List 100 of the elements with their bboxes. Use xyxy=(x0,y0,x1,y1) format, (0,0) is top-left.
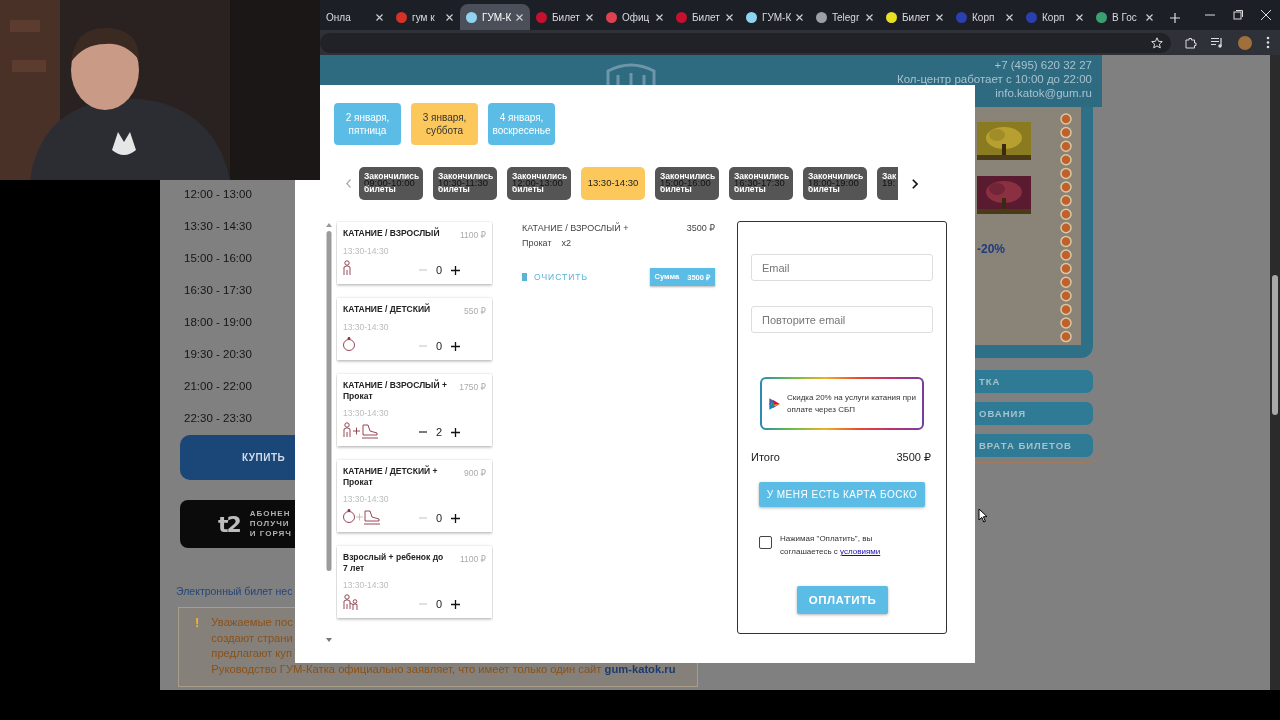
banner-text: ПОЛУЧИ xyxy=(249,519,291,529)
browser-tab[interactable]: гум к xyxy=(390,4,460,30)
ticket-count: 0 xyxy=(434,598,444,610)
session-time: 18:00 - 19:00 xyxy=(184,315,252,330)
close-icon[interactable] xyxy=(796,13,804,21)
discount-text: -20% xyxy=(977,242,1006,256)
close-icon[interactable] xyxy=(586,13,593,21)
browser-tab[interactable]: Telegr xyxy=(810,4,880,30)
close-icon[interactable] xyxy=(936,13,943,21)
ticket-count: 0 xyxy=(434,264,444,276)
session-time: 13:30 - 14:30 xyxy=(184,219,252,234)
cart-item-name: КАТАНИЕ / ВЗРОСЛЫЙ + Прокат x2 xyxy=(522,221,630,250)
close-icon[interactable] xyxy=(1006,13,1013,21)
plus-icon xyxy=(450,265,460,275)
ticket-price: 1100 ₽ xyxy=(459,553,486,564)
browser-tab[interactable]: Офиц xyxy=(600,4,670,30)
ticket-title: КАТАНИЕ / ДЕТСКИЙ + Прокат xyxy=(343,466,439,488)
plus-icon xyxy=(450,599,460,609)
time-slot[interactable]: Закончились билеты 12:00-13:00 xyxy=(507,167,571,200)
child-head-icon xyxy=(343,336,357,352)
terms-text: Нажимая "Оплатить", вы соглашаетесь с условиями xyxy=(780,533,882,558)
ticket-time: 13:30-14:30 xyxy=(343,246,390,256)
session-time: 15:00 - 16:00 xyxy=(184,251,252,266)
banner-logo: t2 xyxy=(218,511,240,537)
session-time: 19:30 - 20:30 xyxy=(184,347,252,362)
ticket-title: КАТАНИЕ / ДЕТСКИЙ xyxy=(343,304,432,315)
cart-item-price: 3500 ₽ xyxy=(686,222,715,235)
child-and-skate-icon xyxy=(343,507,381,525)
promo-banner[interactable]: t2 АБОНЕН ПОЛУЧИ И ГОРЯЧ xyxy=(180,500,295,548)
new-tab-icon[interactable] xyxy=(1170,13,1180,23)
time-slot[interactable]: 13:30-14:30 xyxy=(581,167,645,200)
time-slot[interactable]: Закончились билеты 18:00-19:00 xyxy=(803,167,867,200)
person-icon xyxy=(343,260,352,276)
terms-link[interactable]: условиями xyxy=(840,547,881,556)
close-icon[interactable] xyxy=(1076,13,1083,21)
ticket-price: 1100 ₽ xyxy=(459,229,486,240)
browser-tab[interactable]: ГУМ-К xyxy=(460,4,530,30)
scrollbar-thumb[interactable] xyxy=(1272,275,1278,415)
phone-number: +7 (495) 620 32 27 xyxy=(994,58,1092,72)
scrollbar-track[interactable] xyxy=(1270,55,1280,690)
browser-tab[interactable]: Билет xyxy=(530,4,600,30)
ticket-title: Взрослый + ребенок до 7 лет xyxy=(343,552,445,574)
adult-with-child-icon xyxy=(343,593,361,611)
ticket-time: 13:30-14:30 xyxy=(343,322,390,332)
ticket-title: КАТАНИЕ / ВЗРОСЛЫЙ + Прокат xyxy=(343,380,447,402)
browser-tab[interactable]: ГУМ-К xyxy=(740,4,810,30)
time-slot[interactable]: Закончились билеты 10:30-11:30 xyxy=(433,167,497,200)
close-icon[interactable] xyxy=(726,13,733,21)
time-slot[interactable]: Закончились билеты 09:00-10:00 xyxy=(359,167,423,200)
email-field[interactable]: Email xyxy=(751,254,933,281)
close-icon[interactable] xyxy=(656,13,663,21)
close-icon[interactable] xyxy=(866,13,873,21)
repeat-email-field[interactable]: Повторите email xyxy=(751,306,933,333)
plus-icon xyxy=(450,341,460,351)
buy-button[interactable]: КУПИТЬ xyxy=(180,435,295,480)
banner-text: АБОНЕН xyxy=(249,509,292,519)
total-value: 3500 ₽ xyxy=(896,451,931,464)
ticket-count: 2 xyxy=(434,426,444,438)
close-icon[interactable] xyxy=(446,13,453,21)
browser-tab[interactable]: Билет xyxy=(880,4,950,30)
puzzle-icon[interactable] xyxy=(1185,36,1197,49)
ticket-time: 13:30-14:30 xyxy=(343,408,390,418)
session-time: 16:30 - 17:30 xyxy=(184,283,252,298)
minus-icon xyxy=(419,431,427,433)
banner-text: И ГОРЯЧ xyxy=(249,529,292,539)
person-and-skate-icon xyxy=(343,421,379,439)
chevron-right-icon xyxy=(912,178,918,189)
session-time: 12:00 - 13:00 xyxy=(184,187,252,202)
close-icon[interactable] xyxy=(1146,13,1153,21)
ticket-price: 550 ₽ xyxy=(464,305,486,316)
media-icon[interactable] xyxy=(1211,37,1224,48)
sbp-promo-text: Скидка 20% на услуги катания при оплате через СБП xyxy=(786,391,916,416)
trash-icon xyxy=(522,273,527,281)
cursor-icon xyxy=(978,508,988,523)
browser-tab[interactable]: В Гос xyxy=(1090,4,1160,30)
time-slot[interactable]: Зак 19: xyxy=(877,167,898,200)
browser-tab[interactable]: Корп xyxy=(1020,4,1090,30)
close-icon[interactable] xyxy=(376,13,383,21)
browser-tab[interactable]: Корп xyxy=(950,4,1020,30)
avatar-icon[interactable] xyxy=(1238,35,1252,50)
time-slot[interactable]: Закончились билеты 16:30-17:30 xyxy=(729,167,793,200)
ticket-time: 13:30-14:30 xyxy=(343,494,390,504)
menu-icon[interactable] xyxy=(1266,36,1270,49)
email-address: info.katok@gum.ru xyxy=(995,86,1092,100)
browser-tab[interactable]: Онла xyxy=(320,4,390,30)
star-icon[interactable] xyxy=(1151,36,1163,49)
date-button[interactable]: 3 января, суббота xyxy=(411,103,478,145)
warning-mark: ! xyxy=(195,615,200,632)
warning-text: создают страни xyxy=(211,630,294,646)
plus-icon xyxy=(450,427,460,437)
call-center-hours: Кол-центр работает с 10:00 до 22:00 xyxy=(897,72,1092,86)
time-slot[interactable]: Закончились билеты 15:00-16:00 xyxy=(655,167,719,200)
close-icon[interactable] xyxy=(516,13,524,21)
sbp-promo[interactable]: Скидка 20% на услуги катания при оплате через СБП xyxy=(760,377,924,430)
warning-text: Руководство ГУМ-Катка официально заявляет, что имеет только один сайт gum-katok.ru xyxy=(211,661,676,677)
agree-checkbox[interactable] xyxy=(759,536,772,549)
browser-tab[interactable]: Билет xyxy=(670,4,740,30)
session-time: 22:30 - 23:30 xyxy=(184,411,252,426)
warning-text: Уважаемые пос xyxy=(211,615,294,630)
plus-icon xyxy=(450,513,460,523)
